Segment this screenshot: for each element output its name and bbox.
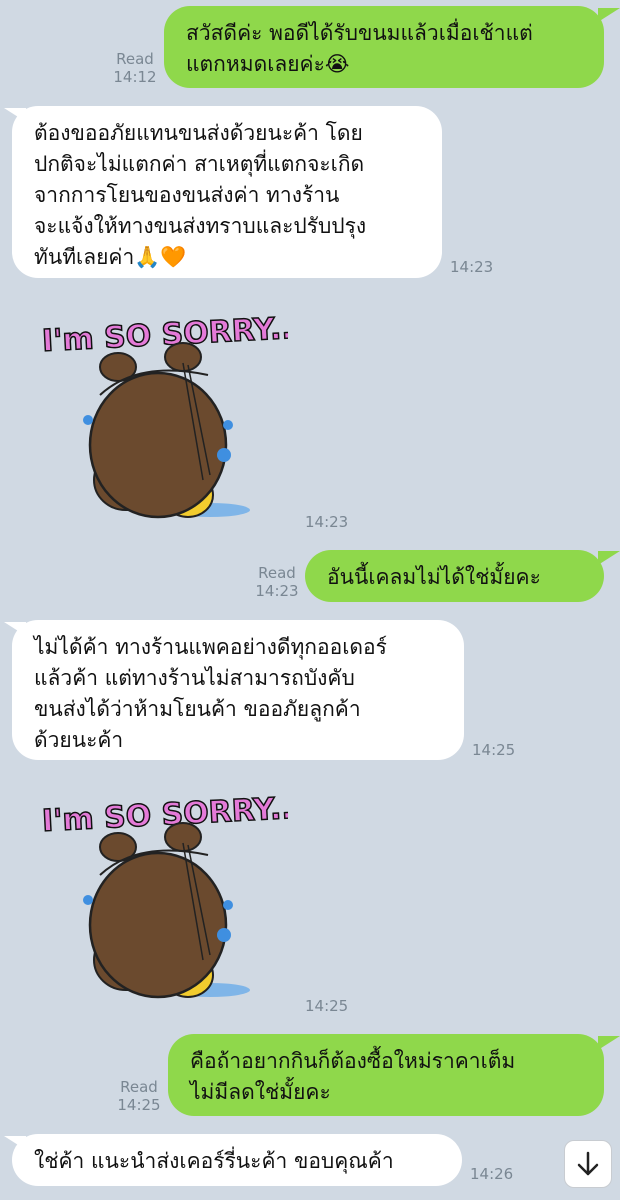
message-time: 14:25 <box>305 997 349 1015</box>
read-status: Read <box>120 1078 158 1096</box>
read-receipt: Read 14:25 <box>112 1078 166 1114</box>
outgoing-message-bubble[interactable]: สวัสดีค่ะ พอดีได้รับขนมแล้วเมื่อเช้าแต่ … <box>164 6 604 88</box>
message-time: 14:26 <box>470 1165 514 1183</box>
read-status: Read <box>116 50 154 68</box>
sticker-image: I'm SO SORRY.. <box>41 310 288 519</box>
message-time: 14:23 <box>305 513 349 531</box>
read-status: Read <box>258 564 296 582</box>
bubble-tail <box>598 1036 620 1050</box>
sticker-sorry-bear[interactable]: I'm SO SORRY.. <box>38 305 288 535</box>
outgoing-message-bubble[interactable]: อันนี้เคลมไม่ได้ใช่มั้ยคะ <box>305 550 604 602</box>
message-time: 14:23 <box>255 582 299 600</box>
incoming-message-bubble[interactable]: ใช่ค้า แนะนำส่งเคอร์รี่นะค้า ขอบคุณค้า <box>12 1134 462 1186</box>
message-time: 14:23 <box>450 258 494 276</box>
sticker-caption: I'm SO SORRY.. <box>41 791 288 839</box>
scroll-to-bottom-button[interactable] <box>564 1140 612 1188</box>
incoming-message-bubble[interactable]: ไม่ได้ค้า ทางร้านแพคอย่างดีทุกออเดอร์ แล… <box>12 620 464 760</box>
outgoing-message-bubble[interactable]: คือถ้าอยากกินก็ต้องซื้อใหม่ราคาเต็ม ไม่ม… <box>168 1034 604 1116</box>
read-receipt: Read 14:12 <box>108 50 162 86</box>
message-time: 14:25 <box>117 1096 161 1114</box>
arrow-down-icon <box>577 1151 599 1176</box>
message-time: 14:12 <box>113 68 157 86</box>
bubble-tail <box>598 8 620 22</box>
bubble-tail <box>4 1136 26 1150</box>
read-receipt: Read 14:23 <box>250 564 304 600</box>
message-time: 14:25 <box>472 741 516 759</box>
bubble-tail <box>4 622 26 636</box>
incoming-message-bubble[interactable]: ต้องขออภัยแทนขนส่งด้วยนะค้า โดย ปกติจะไม… <box>12 106 442 278</box>
bubble-tail <box>598 551 620 565</box>
sticker-image: I'm SO SORRY.. <box>41 790 288 999</box>
bubble-tail <box>4 108 26 122</box>
sticker-sorry-bear[interactable]: I'm SO SORRY.. <box>38 785 288 1015</box>
sticker-caption: I'm SO SORRY.. <box>41 311 288 359</box>
